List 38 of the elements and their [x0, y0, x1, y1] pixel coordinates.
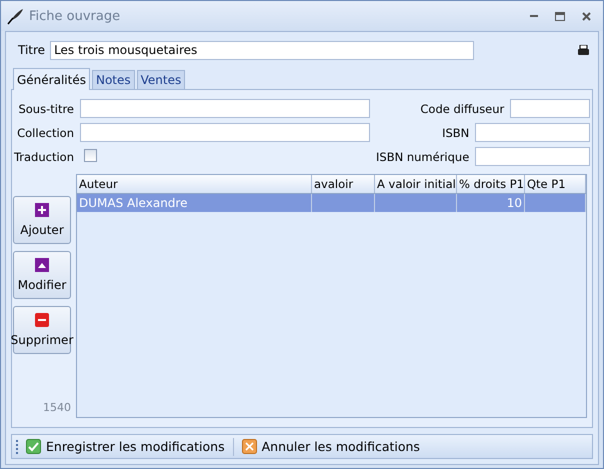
- field-label: ISBN numérique: [376, 150, 470, 164]
- save-button[interactable]: Enregistrer les modifications: [22, 439, 229, 454]
- tab[interactable]: Notes: [92, 70, 135, 89]
- field-label: Titre: [18, 43, 46, 57]
- field-label: Sous-titre: [17, 102, 74, 116]
- column-header[interactable]: Auteur: [77, 175, 312, 193]
- cancel-button[interactable]: Annuler les modifications: [238, 439, 424, 454]
- column-header[interactable]: % droits P1: [457, 175, 525, 193]
- table-cell: 10: [506, 196, 522, 210]
- field-label: ISBN: [442, 126, 470, 140]
- column-header[interactable]: avaloir: [312, 175, 375, 193]
- tab[interactable]: Généralités: [13, 68, 90, 90]
- window-title: Fiche ouvrage: [29, 8, 122, 24]
- delete-button[interactable]: Supprimer: [13, 306, 71, 354]
- field-label: Traduction: [12, 150, 74, 164]
- tab[interactable]: Ventes: [136, 70, 186, 89]
- quill-icon: [7, 7, 25, 25]
- column-header[interactable]: A valoir initial: [375, 175, 457, 193]
- triangle-up-icon: [35, 258, 49, 272]
- text-field[interactable]: [80, 99, 370, 118]
- text-field[interactable]: [475, 147, 590, 166]
- checkbox[interactable]: [84, 148, 97, 162]
- field-label: Code diffuseur: [420, 102, 504, 116]
- cross-icon: [242, 439, 257, 454]
- edit-button[interactable]: Modifier: [13, 251, 71, 299]
- field-label: Collection: [16, 126, 74, 140]
- title-field[interactable]: Les trois mousquetaires: [50, 40, 474, 60]
- text-field[interactable]: [80, 123, 370, 142]
- minus-icon: [35, 313, 49, 327]
- table-cell: DUMAS Alexandre: [79, 196, 188, 210]
- text-field[interactable]: [475, 123, 590, 142]
- record-count: 1540: [43, 401, 71, 414]
- add-button[interactable]: Ajouter: [13, 196, 71, 244]
- column-header[interactable]: Qte P1: [525, 175, 586, 193]
- text-field[interactable]: [510, 99, 590, 118]
- plus-icon: [35, 203, 49, 217]
- printer-icon[interactable]: [578, 44, 589, 56]
- checkmark-icon: [26, 439, 41, 454]
